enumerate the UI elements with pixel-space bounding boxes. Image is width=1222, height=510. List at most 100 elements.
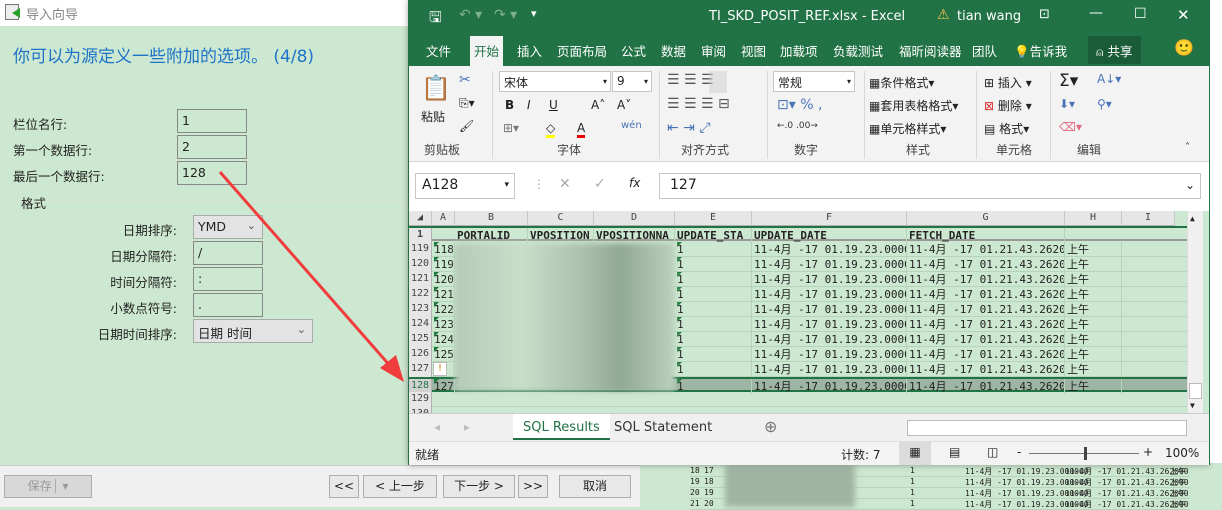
formula-input[interactable]: 127 ⌄ — [659, 173, 1201, 199]
header-row[interactable]: 1 PORTALID VPOSITION VPOSITIONNA UPDATE_STA U… — [409, 226, 1189, 243]
row-header[interactable]: 120 — [409, 257, 432, 272]
cell[interactable]: 上午 — [1067, 332, 1122, 347]
cancel-formula-icon[interactable]: ✕ — [559, 176, 571, 192]
cell[interactable]: 11-4月 -17 01.21.43.262000 — [909, 272, 1065, 287]
autosum-icon[interactable]: Σ▾ — [1059, 71, 1078, 91]
last-button[interactable]: >> — [518, 475, 548, 498]
cell[interactable]: 11-4月 -17 01.21.43.262000 — [909, 242, 1065, 257]
cell[interactable]: 11-4月 -17 01.21.43.262000 — [909, 302, 1065, 317]
cancel-button[interactable]: 取消 — [559, 475, 631, 498]
expand-formula-icon[interactable]: ⌄ — [1185, 178, 1195, 192]
indent-icon[interactable]: ⇤ ⇥ ⤢ — [667, 120, 711, 136]
fill-color-icon[interactable]: ◇ — [546, 121, 556, 138]
cell[interactable]: 118 — [434, 242, 455, 257]
prev-sheet-icon[interactable]: ◂ — [434, 420, 440, 434]
row-header[interactable]: 123 — [409, 302, 432, 317]
tab-load-test[interactable]: 负载测试 — [833, 41, 883, 60]
cell[interactable]: 上午 — [1067, 302, 1122, 317]
paste-icon[interactable]: 📋 — [421, 74, 451, 102]
scroll-down-icon[interactable]: ▼ — [1190, 401, 1195, 410]
close-icon[interactable]: ✕ — [1177, 6, 1190, 24]
cell[interactable]: UPDATE_STA — [677, 228, 752, 243]
row-header[interactable]: 1 — [409, 228, 432, 243]
cell[interactable]: 上午 — [1067, 272, 1122, 287]
cell[interactable]: 11-4月 -17 01.21.43.262000 — [909, 347, 1065, 362]
maximize-icon[interactable]: ☐ — [1134, 6, 1147, 22]
insert-cells-button[interactable]: ⊞ 插入 ▾ — [984, 74, 1032, 91]
cell[interactable]: 11-4月 -17 01.19.23.000000 — [754, 287, 907, 302]
tab-formulas[interactable]: 公式 — [621, 41, 646, 60]
copy-icon[interactable]: ⎘▾ — [459, 96, 475, 111]
cell[interactable]: 121 — [434, 287, 455, 302]
tab-review[interactable]: 审阅 — [701, 41, 726, 60]
tab-file[interactable]: 文件 — [426, 41, 451, 60]
minimize-icon[interactable]: — — [1089, 5, 1103, 21]
ribbon-display-icon[interactable]: ⊡ — [1039, 7, 1050, 22]
cell[interactable]: 上午 — [1067, 242, 1122, 257]
sheet-tab-sql-statement[interactable]: SQL Statement — [614, 420, 712, 435]
cell[interactable]: 11-4月 -17 01.19.23.000000 — [754, 257, 907, 272]
save-icon[interactable]: 🖫 — [429, 7, 442, 32]
datetime-order-select[interactable]: 日期 时间 ⌄ — [193, 319, 313, 343]
row-header[interactable]: 122 — [409, 287, 432, 302]
tab-addins[interactable]: 加载项 — [780, 41, 818, 60]
cell-style-button[interactable]: ▦单元格样式▾ — [869, 120, 946, 137]
tab-view[interactable]: 视图 — [741, 41, 766, 60]
align-bottom-button[interactable] — [709, 71, 727, 93]
cell[interactable]: 上午 — [1067, 362, 1122, 377]
cell[interactable]: 1 — [677, 287, 752, 302]
cell[interactable]: 11-4月 -17 01.21.43.262000 — [909, 332, 1065, 347]
collapse-ribbon-icon[interactable]: ˄ — [1185, 142, 1190, 153]
undo-icon[interactable]: ↶ ▾ — [459, 7, 482, 23]
row-header[interactable]: 129 — [409, 392, 432, 407]
first-data-row-input[interactable]: 2 — [177, 135, 247, 159]
column-header-f[interactable]: F — [752, 211, 907, 226]
page-break-view-icon[interactable]: ◫ — [987, 445, 998, 459]
font-size-select[interactable]: 9 ▾ — [612, 71, 652, 92]
next-sheet-icon[interactable]: ▸ — [464, 420, 470, 434]
cell[interactable]: 11-4月 -17 01.19.23.000000 — [754, 332, 907, 347]
row-header[interactable]: 121 — [409, 272, 432, 287]
redo-icon[interactable]: ↷ ▾ — [494, 7, 517, 23]
cell[interactable]: 11-4月 -17 01.19.23.000000 — [754, 302, 907, 317]
scrollbar-thumb[interactable] — [1189, 383, 1202, 399]
tab-data[interactable]: 数据 — [661, 41, 686, 60]
cell[interactable]: 1 — [677, 242, 752, 257]
smiley-icon[interactable]: 🙂 — [1174, 38, 1194, 57]
column-header-d[interactable]: D — [594, 211, 675, 226]
cell[interactable]: 上午 — [1067, 257, 1122, 272]
cell[interactable]: 1 — [677, 302, 752, 317]
add-sheet-icon[interactable]: ⊕ — [764, 417, 777, 436]
align-left-icon[interactable]: ☰ ☰ ☰ ⊟ — [667, 96, 730, 112]
column-header-c[interactable]: C — [528, 211, 594, 226]
column-header-e[interactable]: E — [675, 211, 752, 226]
cell[interactable]: 124 — [434, 332, 455, 347]
column-header-g[interactable]: G — [907, 211, 1065, 226]
grow-font-icon[interactable]: A˄ — [591, 98, 605, 112]
cell[interactable]: 上午 — [1067, 317, 1122, 332]
time-separator-input[interactable]: : — [193, 267, 263, 291]
horizontal-scrollbar[interactable] — [907, 420, 1187, 436]
insert-function-icon[interactable]: fx — [629, 176, 640, 190]
table-row[interactable]: 129 — [409, 392, 1189, 407]
cell[interactable]: 125 — [434, 347, 455, 362]
paste-button[interactable]: 粘贴 — [421, 108, 445, 125]
first-button[interactable]: << — [329, 475, 359, 498]
delete-cells-button[interactable]: ⊠ 删除 ▾ — [984, 97, 1032, 114]
row-header[interactable]: 127 — [409, 362, 432, 377]
italic-button[interactable]: I — [527, 98, 531, 112]
decimal-symbol-input[interactable]: . — [193, 293, 263, 317]
column-header-a[interactable]: A — [432, 211, 455, 226]
cell[interactable]: 11-4月 -17 01.21.43.262000 — [909, 317, 1065, 332]
find-icon[interactable]: ⚲▾ — [1097, 97, 1112, 111]
confirm-formula-icon[interactable]: ✓ — [594, 176, 606, 192]
cell[interactable]: UPDATE_DATE — [754, 228, 907, 243]
cell[interactable]: 11-4月 -17 01.19.23.000000 — [754, 242, 907, 257]
cell[interactable]: 122 — [434, 302, 455, 317]
next-button[interactable]: 下一步 > — [443, 475, 515, 498]
date-order-select[interactable]: YMD ⌄ — [193, 215, 263, 239]
fill-icon[interactable]: ⬇▾ — [1059, 97, 1075, 111]
table-format-button[interactable]: ▦套用表格格式▾ — [869, 97, 958, 114]
shrink-font-icon[interactable]: A˅ — [617, 98, 631, 112]
conditional-format-button[interactable]: ▦条件格式▾ — [869, 74, 934, 91]
